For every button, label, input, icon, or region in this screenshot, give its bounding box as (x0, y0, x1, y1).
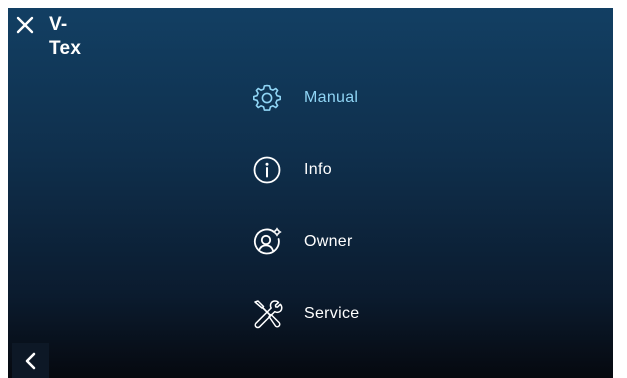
menu-item-label: Manual (304, 89, 359, 106)
info-icon (250, 153, 284, 187)
tools-icon (250, 297, 284, 331)
close-button[interactable] (15, 15, 35, 35)
menu-item-owner[interactable]: Owner (250, 222, 460, 262)
menu-item-label: Info (304, 161, 332, 178)
back-button[interactable] (12, 343, 49, 378)
menu-item-manual[interactable]: Manual (250, 78, 460, 118)
user-settings-icon (250, 225, 284, 259)
device-screen: V-Tex Manual Info Owner Service (8, 8, 613, 378)
chevron-left-icon (25, 352, 35, 369)
app-title: V-Tex (49, 14, 82, 59)
menu-item-service[interactable]: Service (250, 294, 460, 334)
menu-item-info[interactable]: Info (250, 150, 460, 190)
gear-icon (250, 81, 284, 115)
menu-item-label: Service (304, 305, 360, 322)
menu-item-label: Owner (304, 233, 353, 250)
close-icon (16, 16, 34, 34)
